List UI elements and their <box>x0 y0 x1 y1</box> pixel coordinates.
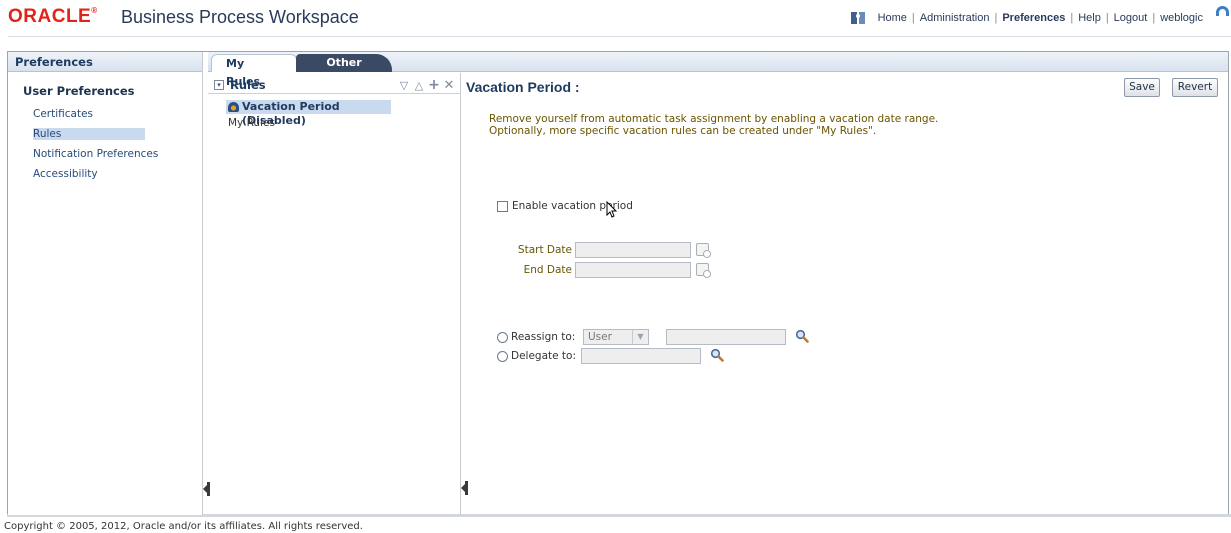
delegate-search-icon[interactable] <box>710 348 724 362</box>
link-separator: | <box>1070 12 1074 24</box>
nav-item-rules[interactable]: Rules <box>33 128 145 140</box>
revert-button[interactable]: Revert <box>1172 78 1218 97</box>
preferences-panel-header: Preferences <box>8 52 202 72</box>
logout-link[interactable]: Logout <box>1114 12 1148 24</box>
user-name: weblogic <box>1160 12 1203 24</box>
start-date-field[interactable] <box>575 242 691 258</box>
delegate-radio[interactable] <box>497 351 508 362</box>
end-date-label: End Date <box>523 264 572 276</box>
tab-other-rules[interactable]: Other Rules <box>296 54 392 87</box>
rules-tree-panel: ▾ Rules ▽ △ + ✕ Vacation Period (Disable… <box>208 73 468 515</box>
tree-item-my-rules[interactable]: My Rules <box>228 117 275 129</box>
global-links: Home | Administration | Preferences | He… <box>850 11 1217 25</box>
reassign-label: Reassign to: <box>511 331 576 343</box>
delegate-to-field[interactable] <box>581 348 701 364</box>
end-date-calendar-icon[interactable] <box>696 263 711 278</box>
revert-button-label: Revert <box>1177 81 1213 93</box>
preferences-link[interactable]: Preferences <box>1002 12 1065 24</box>
rules-tree-header: ▾ Rules ▽ △ + ✕ <box>208 76 461 94</box>
link-separator: | <box>994 12 998 24</box>
oracle-logo-text: ORACLE <box>8 6 92 27</box>
reassign-radio[interactable] <box>497 332 508 343</box>
page-title: Vacation Period : <box>466 79 580 95</box>
vacation-rule-icon <box>228 102 239 112</box>
oracle-o-icon <box>1216 6 1229 16</box>
accessibility-icon[interactable] <box>850 11 866 25</box>
tab-my-rules[interactable]: My Rules <box>211 54 297 88</box>
link-separator: | <box>1105 12 1109 24</box>
rules-tree-title: Rules <box>230 78 266 92</box>
nav-item-notification-preferences[interactable]: Notification Preferences <box>33 148 158 160</box>
reassign-search-icon[interactable] <box>795 329 809 343</box>
header-divider <box>8 36 1231 37</box>
vacation-period-panel: Vacation Period : Save Revert Remove you… <box>462 73 1228 515</box>
nav-item-certificates[interactable]: Certificates <box>33 108 93 120</box>
copyright-footer: Copyright © 2005, 2012, Oracle and/or it… <box>4 521 363 532</box>
chevron-down-icon: ▼ <box>632 330 648 344</box>
nav-item-accessibility[interactable]: Accessibility <box>33 168 98 180</box>
info-line-1: Remove yourself from automatic task assi… <box>489 113 939 125</box>
tree-item-vacation-period[interactable]: Vacation Period (Disabled) <box>226 100 391 127</box>
user-preferences-title: User Preferences <box>23 84 135 98</box>
delegate-label: Delegate to: <box>511 350 577 362</box>
app-header: ORACLE® Business Process Workspace Home … <box>0 0 1231 36</box>
start-date-label: Start Date <box>517 244 572 256</box>
save-button-label: Save <box>1129 81 1155 93</box>
start-date-calendar-icon[interactable] <box>696 243 711 258</box>
mouse-cursor-icon <box>606 201 618 218</box>
link-separator: | <box>1152 12 1156 24</box>
save-button[interactable]: Save <box>1124 78 1160 97</box>
enable-vacation-checkbox[interactable] <box>497 201 508 212</box>
preferences-panel: Preferences User Preferences Certificate… <box>8 52 210 515</box>
link-separator: | <box>911 12 915 24</box>
rules-collapse-toggle-icon[interactable]: ▾ <box>214 80 224 90</box>
app-title: Business Process Workspace <box>121 7 359 27</box>
move-down-icon[interactable]: ▽ <box>398 79 410 92</box>
reassign-to-field[interactable] <box>666 329 786 345</box>
reassign-type-value: User <box>588 331 612 343</box>
move-up-icon[interactable]: △ <box>413 79 425 92</box>
help-link[interactable]: Help <box>1078 12 1101 24</box>
oracle-logo: ORACLE® <box>8 6 98 28</box>
home-link[interactable]: Home <box>878 12 907 24</box>
administration-link[interactable]: Administration <box>920 12 990 24</box>
rules-toolbar: ▽ △ + ✕ <box>398 77 455 93</box>
trademark-mark: ® <box>91 6 98 15</box>
delete-rule-icon[interactable]: ✕ <box>443 78 455 93</box>
add-rule-icon[interactable]: + <box>428 77 440 93</box>
end-date-field[interactable] <box>575 262 691 278</box>
rules-tabs-bar: My Rules Other Rules <box>208 52 1228 88</box>
info-line-2: Optionally, more specific vacation rules… <box>489 125 877 137</box>
vacation-info-text: Remove yourself from automatic task assi… <box>489 113 938 137</box>
reassign-type-select[interactable]: User ▼ <box>583 329 649 345</box>
